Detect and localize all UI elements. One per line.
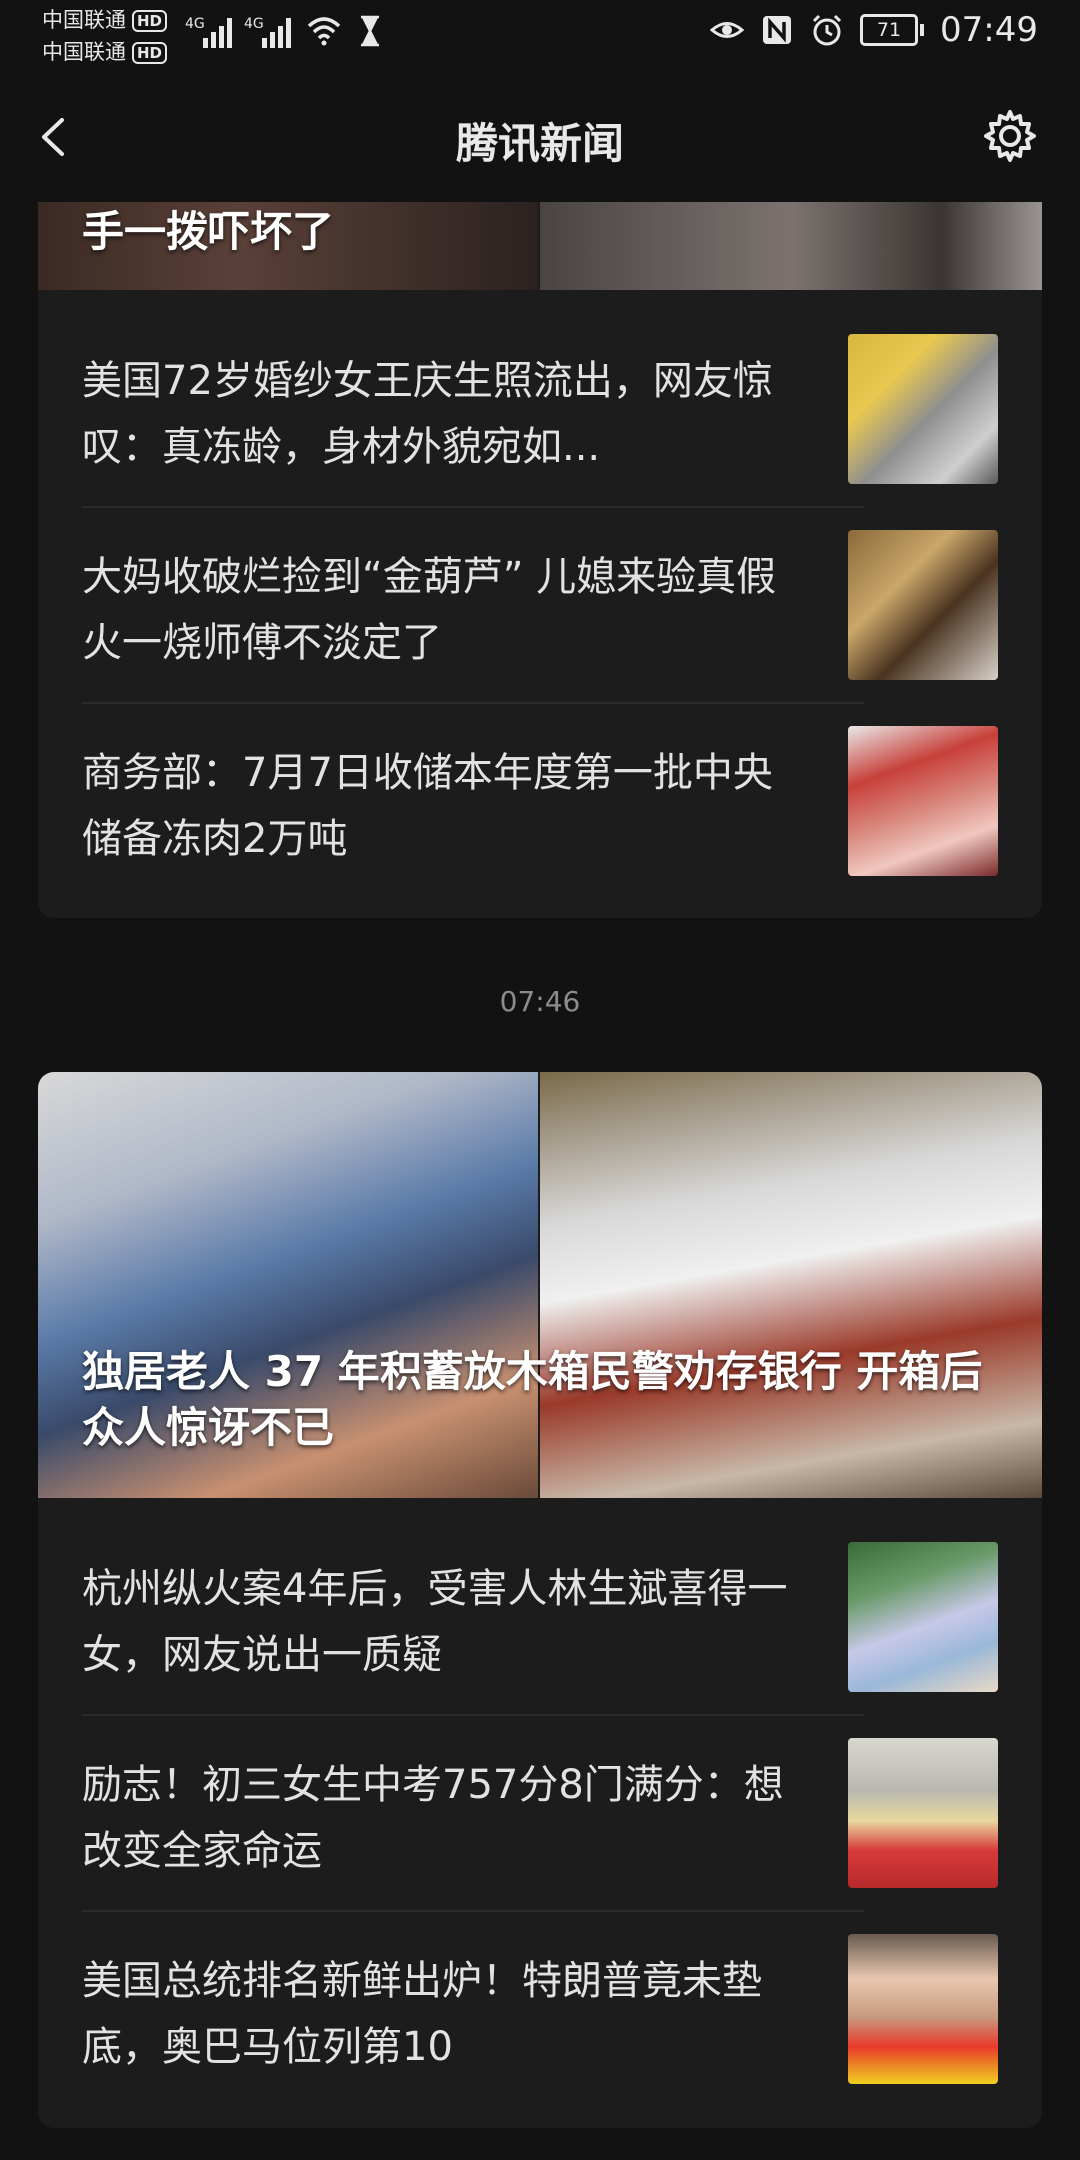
news-card: 独居老人 37 年积蓄放木箱民警劝存银行 开箱后众人惊讶不已 杭州纵火案4年后，… [38, 1072, 1042, 2128]
news-title: 商务部：7月7日收储本年度第一批中央储备冻肉2万吨 [82, 750, 773, 862]
news-title: 大妈收破烂捡到“金葫芦” 儿媳来验真假 火一烧师傅不淡定了 [82, 554, 777, 666]
eye-icon [710, 22, 745, 38]
status-bar: 中国联通 HD 中国联通 HD 4G 4G 71 07:49 [0, 0, 1080, 72]
battery-level: 71 [860, 14, 919, 46]
news-title: 美国72岁婚纱女王庆生照流出，网友惊叹：真冻龄，身材外貌宛如... [82, 358, 773, 470]
app-header: 腾讯新闻 [0, 72, 1080, 202]
news-thumbnail [848, 1738, 998, 1888]
news-thumbnail [848, 1542, 998, 1692]
hourglass-icon [360, 15, 380, 47]
carrier-1: 中国联通 [42, 8, 126, 32]
signal-icon: 4G [244, 16, 291, 48]
gear-icon[interactable] [982, 108, 1038, 164]
battery-indicator: 71 [860, 14, 925, 46]
news-title: 美国总统排名新鲜出炉！特朗普竟未垫底，奥巴马位列第10 [82, 1958, 762, 2070]
carrier-info: 中国联通 HD 中国联通 HD [42, 4, 168, 68]
news-item[interactable]: 大妈收破烂捡到“金葫芦” 儿媳来验真假 火一烧师傅不淡定了 [38, 486, 1042, 682]
signal-icon: 4G [185, 16, 232, 48]
banner-title: 独居老人 37 年积蓄放木箱民警劝存银行 开箱后众人惊讶不已 [82, 1347, 983, 1452]
news-title: 杭州纵火案4年后，受害人林生斌喜得一女，网友说出一质疑 [82, 1566, 788, 1678]
page-title: 腾讯新闻 [455, 119, 624, 168]
news-card: 手一拨吓坏了 美国72岁婚纱女王庆生照流出，网友惊叹：真冻龄，身材外貌宛如...… [38, 202, 1042, 918]
carrier-2: 中国联通 [42, 40, 126, 64]
news-thumbnail [848, 530, 998, 680]
news-title: 励志！初三女生中考757分8门满分：想改变全家命运 [82, 1762, 784, 1874]
featured-banner[interactable]: 手一拨吓坏了 [38, 202, 1042, 290]
system-status: 71 07:49 [710, 10, 1038, 50]
clock: 07:49 [940, 10, 1038, 50]
wifi-icon [307, 17, 341, 46]
news-item[interactable]: 杭州纵火案4年后，受害人林生斌喜得一女，网友说出一质疑 [38, 1498, 1042, 1694]
alarm-icon [812, 14, 842, 46]
banner-image [540, 202, 1042, 290]
news-item[interactable]: 励志！初三女生中考757分8门满分：想改变全家命运 [38, 1694, 1042, 1890]
hd-badge: HD [132, 10, 168, 32]
news-item[interactable]: 美国总统排名新鲜出炉！特朗普竟未垫底，奥巴马位列第10 [38, 1890, 1042, 2086]
signal-indicators: 4G 4G [185, 14, 387, 48]
hd-badge: HD [132, 42, 168, 64]
nfc-icon [763, 16, 792, 44]
news-thumbnail [848, 334, 998, 484]
news-item[interactable]: 商务部：7月7日收储本年度第一批中央储备冻肉2万吨 [38, 682, 1042, 878]
banner-title: 手一拨吓坏了 [82, 207, 335, 256]
feed-timestamp: 07:46 [499, 985, 581, 1018]
news-item[interactable]: 美国72岁婚纱女王庆生照流出，网友惊叹：真冻龄，身材外貌宛如... [38, 290, 1042, 486]
news-thumbnail [848, 726, 998, 876]
news-thumbnail [848, 1934, 998, 2084]
featured-banner[interactable]: 独居老人 37 年积蓄放木箱民警劝存银行 开箱后众人惊讶不已 [38, 1072, 1042, 1498]
